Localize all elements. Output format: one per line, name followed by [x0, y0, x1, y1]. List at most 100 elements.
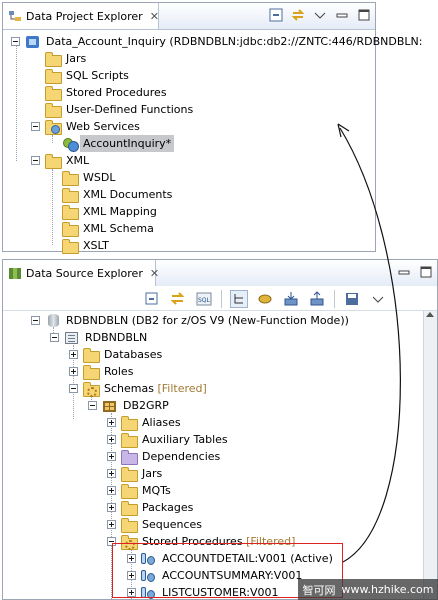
- tab-data-source-explorer[interactable]: Data Source Explorer ✕: [3, 260, 159, 286]
- tree-item-label: XML Schema: [83, 222, 154, 235]
- expand-toggle-icon[interactable]: [69, 350, 78, 359]
- vertical-scrollbar[interactable]: [423, 311, 437, 599]
- tab-label: Data Source Explorer: [26, 266, 143, 280]
- collapse-toggle-icon[interactable]: [69, 384, 78, 393]
- tree-item-label: XSLT: [83, 239, 109, 252]
- expand-toggle-icon[interactable]: [107, 418, 116, 427]
- expand-toggle-icon[interactable]: [107, 503, 116, 512]
- expand-toggle-icon[interactable]: [107, 486, 116, 495]
- tree-item-jars[interactable]: Jars: [107, 465, 162, 482]
- tree-item-label: Dependencies: [142, 450, 221, 463]
- toolbar-separator: [221, 290, 222, 308]
- view-menu-icon[interactable]: [313, 8, 327, 22]
- tree-item-database[interactable]: RDBNDBLN: [50, 329, 147, 346]
- tree-item-label: Packages: [142, 501, 194, 514]
- collapse-toggle-icon[interactable]: [50, 333, 59, 342]
- tree-item-auxiliary-tables[interactable]: Auxiliary Tables: [107, 431, 228, 448]
- link-with-editor-icon[interactable]: [291, 8, 305, 22]
- collapse-toggle-icon[interactable]: [31, 316, 40, 325]
- schema-icon: [102, 399, 118, 413]
- tree-layout-icon[interactable]: [230, 290, 248, 308]
- tree-item-accountinquiry[interactable]: AccountInquiry*: [62, 135, 175, 152]
- tree-item-label: RDBNDBLN: [85, 331, 148, 344]
- folder-icon: [121, 466, 138, 482]
- maximize-icon[interactable]: [357, 8, 371, 22]
- tree-item-label: XML Documents: [83, 188, 173, 201]
- tree-item-label: Stored Procedures: [66, 86, 167, 99]
- maximize-icon[interactable]: [419, 265, 433, 279]
- folder-icon: [62, 187, 79, 203]
- folder-icon: [45, 68, 62, 84]
- tree-item-wsdl[interactable]: WSDL: [62, 169, 115, 186]
- collapse-toggle-icon[interactable]: [11, 37, 20, 46]
- dependencies-folder-icon: [121, 449, 138, 465]
- expand-toggle-icon[interactable]: [107, 469, 116, 478]
- view-toolbar: [269, 8, 371, 22]
- save-icon[interactable]: [343, 290, 361, 308]
- expand-toggle-icon[interactable]: [107, 452, 116, 461]
- collapse-all-icon[interactable]: [143, 290, 161, 308]
- tree-item-xslt[interactable]: XSLT: [62, 237, 109, 254]
- link-with-editor-icon[interactable]: [169, 290, 187, 308]
- expand-toggle-icon[interactable]: [107, 435, 116, 444]
- database-connection-icon: [45, 313, 61, 328]
- tree-item-label: XML: [66, 154, 90, 167]
- folder-icon: [62, 170, 79, 186]
- view-menu-icon[interactable]: [369, 290, 387, 308]
- collapse-toggle-icon[interactable]: [31, 122, 40, 131]
- tree-item-project[interactable]: Data_Account_Inquiry (RDBNDBLN:jdbc:db2:…: [11, 33, 422, 50]
- folder-icon: [121, 483, 138, 499]
- connect-icon[interactable]: [256, 290, 274, 308]
- import-icon[interactable]: [282, 290, 300, 308]
- tree-item-xml-mapping[interactable]: XML Mapping: [62, 203, 157, 220]
- minimize-icon[interactable]: [335, 8, 349, 22]
- expand-toggle-icon[interactable]: [69, 367, 78, 376]
- tree-item-xml[interactable]: XML: [31, 152, 89, 169]
- tree-item-jars[interactable]: Jars: [45, 50, 86, 67]
- tree-item-label: DB2GRP: [123, 399, 169, 412]
- tree-item-db2grp[interactable]: DB2GRP: [88, 397, 169, 414]
- tree-item-databases[interactable]: Databases: [69, 346, 162, 363]
- tree-item-label: WSDL: [83, 171, 116, 184]
- tab-data-project-explorer[interactable]: Data Project Explorer ✕: [3, 3, 159, 29]
- folder-icon: [62, 238, 79, 254]
- collapse-toggle-icon[interactable]: [88, 401, 97, 410]
- tree-item-stored-procedures[interactable]: Stored Procedures: [45, 84, 167, 101]
- export-icon[interactable]: [308, 290, 326, 308]
- folder-icon: [62, 204, 79, 220]
- folder-icon: [121, 432, 138, 448]
- close-icon[interactable]: ✕: [150, 10, 159, 23]
- project-icon: [25, 35, 41, 49]
- folder-icon: [121, 500, 138, 516]
- tree-item-mqts[interactable]: MQTs: [107, 482, 171, 499]
- collapse-toggle-icon[interactable]: [31, 156, 40, 165]
- tree-item-label: User-Defined Functions: [66, 103, 194, 116]
- tree-item-user-defined-functions[interactable]: User-Defined Functions: [45, 101, 193, 118]
- expand-toggle-icon[interactable]: [107, 520, 116, 529]
- tree-item-dependencies[interactable]: Dependencies: [107, 448, 220, 465]
- view-toolbar: [397, 265, 433, 279]
- tree-item-label: SQL Scripts: [66, 69, 129, 82]
- tree-item-web-services[interactable]: Web Services: [31, 118, 140, 135]
- collapse-all-icon[interactable]: [269, 8, 283, 22]
- tree-item-label: AccountInquiry*: [80, 135, 175, 152]
- folder-icon: [62, 221, 79, 237]
- scroll-up-arrow-icon[interactable]: [426, 312, 434, 317]
- tree-item-sql-scripts[interactable]: SQL Scripts: [45, 67, 129, 84]
- tree-item-label: Schemas [Filtered]: [104, 382, 207, 395]
- tree-item-packages[interactable]: Packages: [107, 499, 193, 516]
- tree-item-xml-schema[interactable]: XML Schema: [62, 220, 154, 237]
- close-icon[interactable]: ✕: [150, 267, 159, 280]
- minimize-icon[interactable]: [397, 265, 411, 279]
- tree-item-xml-documents[interactable]: XML Documents: [62, 186, 172, 203]
- tree-item-sequences[interactable]: Sequences: [107, 516, 202, 533]
- tree-item-roles[interactable]: Roles: [69, 363, 133, 380]
- tree-item-connection[interactable]: RDBNDBLN (DB2 for z/OS V9 (New-Function …: [31, 312, 349, 329]
- tree-item-aliases[interactable]: Aliases: [107, 414, 181, 431]
- tree-item-schemas[interactable]: Schemas [Filtered]: [69, 380, 207, 397]
- sql-editor-icon[interactable]: SQL: [195, 290, 213, 308]
- tree-item-label: Jars: [66, 52, 87, 65]
- tree-item-label: Sequences: [142, 518, 202, 531]
- folder-icon: [45, 51, 62, 67]
- watermark-url: www.hzhike.com: [341, 583, 434, 596]
